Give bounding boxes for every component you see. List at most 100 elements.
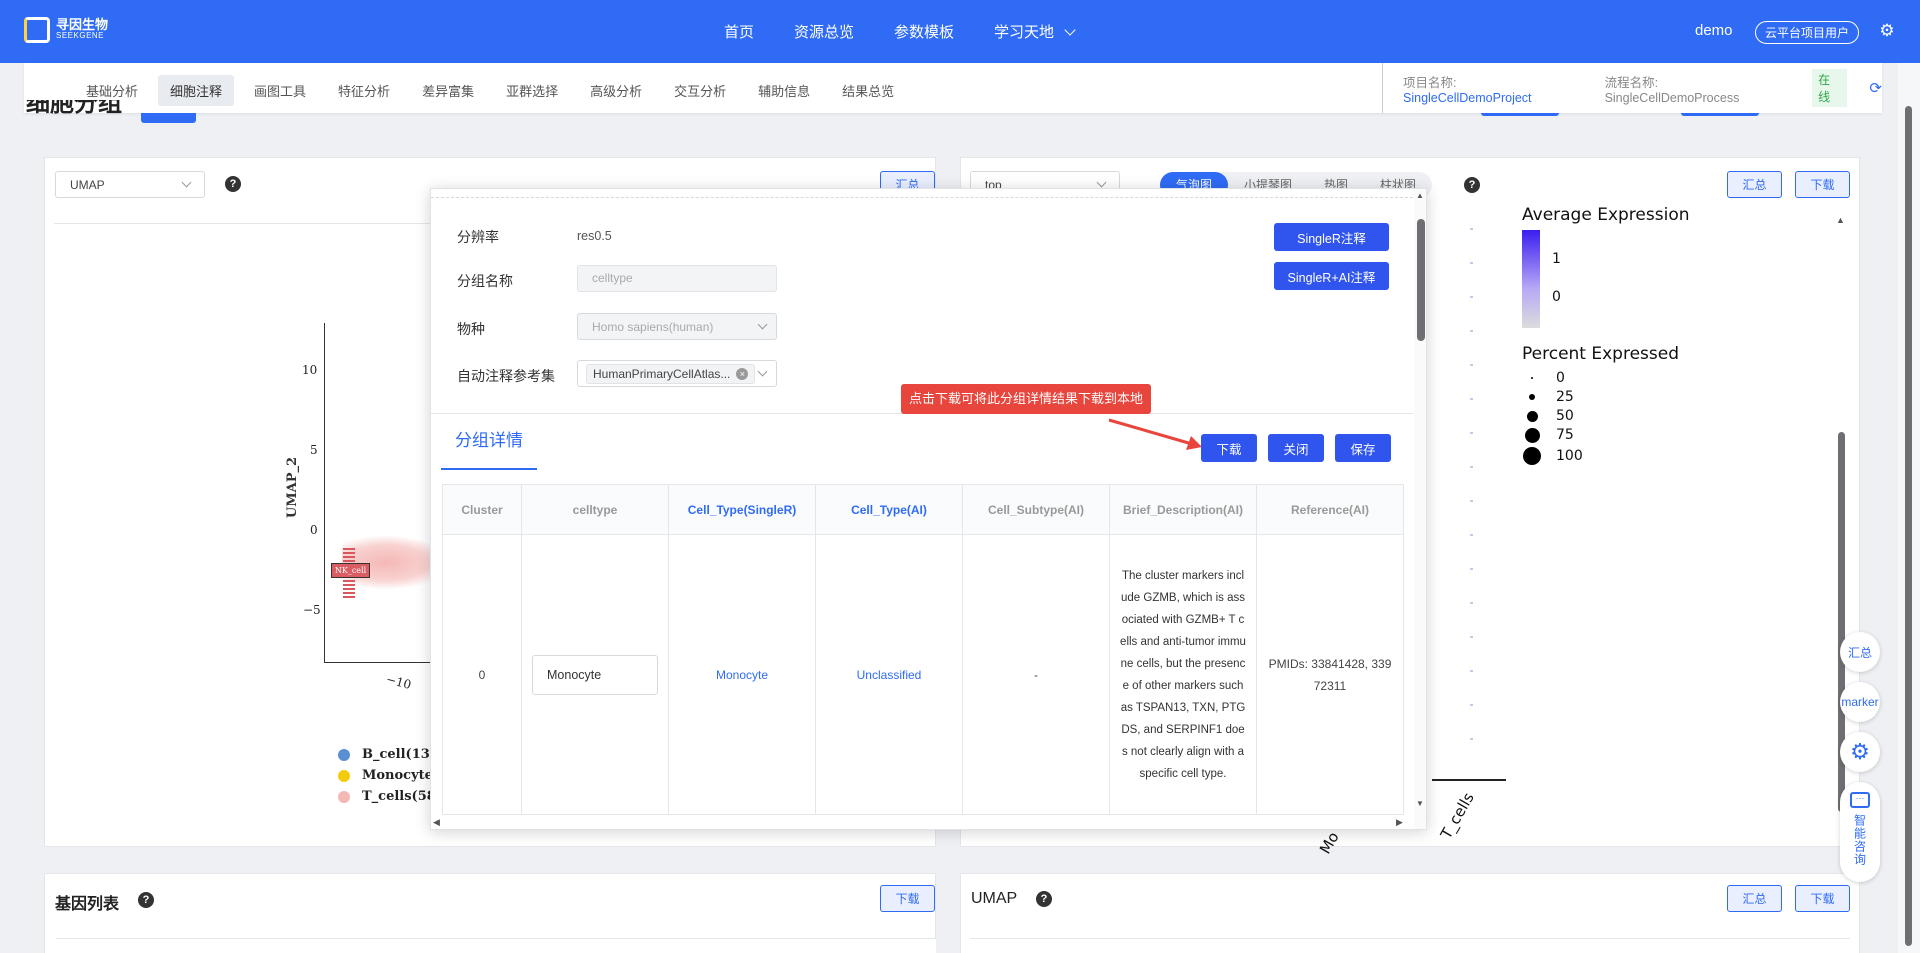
col-description[interactable]: Brief_Description(AI) bbox=[1109, 484, 1257, 535]
col-cluster[interactable]: Cluster bbox=[442, 484, 522, 535]
right-download-button[interactable]: 下载 bbox=[1795, 171, 1850, 198]
singler-annotate-button[interactable]: SingleR注释 bbox=[1274, 223, 1389, 251]
page-title: 细胞分组 bbox=[26, 100, 122, 116]
chevron-down-icon bbox=[181, 177, 192, 188]
tab-aux[interactable]: 辅助信息 bbox=[746, 75, 822, 106]
dialog-scroll-thumb[interactable] bbox=[1417, 219, 1425, 341]
ref-set-tag: HumanPrimaryCellAtlas... × bbox=[586, 363, 756, 384]
help-icon[interactable]: ? bbox=[1036, 891, 1052, 907]
scroll-up-icon[interactable]: ▲ bbox=[1836, 215, 1845, 225]
legend-item: B_cell(137 bbox=[338, 744, 439, 765]
chevron-down-icon bbox=[1096, 177, 1107, 188]
ref-set-label: 自动注释参考集 bbox=[457, 368, 555, 384]
size-legend-item: 50 bbox=[1522, 408, 1574, 424]
tab-overview[interactable]: 结果总览 bbox=[830, 75, 906, 106]
float-marker-button[interactable]: marker bbox=[1840, 682, 1880, 722]
close-button[interactable]: 关闭 bbox=[1268, 434, 1324, 462]
tab-advanced[interactable]: 高级分析 bbox=[578, 75, 654, 106]
page-scroll-thumb[interactable] bbox=[1905, 106, 1912, 946]
nav-resources[interactable]: 资源总览 bbox=[794, 21, 854, 42]
tab-interaction[interactable]: 交互分析 bbox=[662, 75, 738, 106]
group-detail-table: Cluster celltype Cell_Type(SingleR) Cell… bbox=[442, 484, 1404, 815]
logo-cn: 寻因生物 bbox=[56, 17, 109, 32]
gene-list-download-button[interactable]: 下载 bbox=[880, 885, 935, 912]
tab-cell-annotation[interactable]: 细胞注释 bbox=[158, 75, 235, 106]
col-celltype[interactable]: celltype bbox=[521, 484, 669, 535]
cell-celltype: Monocyte bbox=[521, 534, 669, 815]
col-ai[interactable]: Cell_Type(AI) bbox=[815, 484, 963, 535]
peek-button-3[interactable] bbox=[1681, 113, 1759, 116]
float-chat-button[interactable]: ··· 智能咨询 bbox=[1840, 782, 1880, 882]
tab-plot-tools[interactable]: 画图工具 bbox=[242, 75, 318, 106]
legend-swatch bbox=[338, 748, 350, 761]
float-summary-button[interactable]: 汇总 bbox=[1840, 632, 1880, 672]
chat-icon: ··· bbox=[1850, 792, 1870, 808]
float-settings-button[interactable]: ⚙ bbox=[1840, 732, 1880, 772]
dialog-horizontal-scrollbar[interactable]: ◀ ▶ bbox=[431, 817, 1414, 829]
umap-bottom-download-button[interactable]: 下载 bbox=[1795, 885, 1850, 912]
user-badge: 云平台项目用户 bbox=[1755, 21, 1860, 44]
cluster-label: NK_cell bbox=[331, 563, 370, 578]
scroll-down-icon[interactable]: ▼ bbox=[1416, 799, 1424, 808]
celltype-input[interactable]: Monocyte bbox=[532, 654, 658, 695]
umap-bottom-summary-button[interactable]: 汇总 bbox=[1727, 885, 1782, 912]
ref-set-select[interactable]: HumanPrimaryCellAtlas... × bbox=[577, 360, 777, 387]
umap-y-label: UMAP_2 bbox=[285, 456, 301, 519]
help-icon[interactable]: ? bbox=[1464, 177, 1480, 193]
peek-button[interactable] bbox=[141, 113, 196, 123]
tab-feature[interactable]: 特征分析 bbox=[326, 75, 402, 106]
species-value: Homo sapiens(human) bbox=[592, 319, 714, 334]
scroll-right-icon[interactable]: ▶ bbox=[1396, 817, 1403, 828]
scroll-left-icon[interactable]: ◀ bbox=[433, 817, 440, 828]
legend-label: T_cells(58 bbox=[362, 789, 436, 804]
help-icon[interactable]: ? bbox=[225, 176, 241, 192]
gear-icon[interactable]: ⚙ bbox=[1878, 22, 1896, 40]
gear-icon: ⚙ bbox=[1850, 739, 1870, 764]
colorbar-tick: 0 bbox=[1552, 289, 1561, 305]
sub-nav: 基础分析 细胞注释 画图工具 特征分析 差异富集 亚群选择 高级分析 交互分析 … bbox=[24, 63, 1882, 113]
size-dot bbox=[1526, 410, 1538, 422]
reduction-select[interactable]: UMAP bbox=[55, 171, 205, 198]
right-summary-button[interactable]: 汇总 bbox=[1727, 171, 1782, 198]
logo[interactable]: 寻因生物 SEEKGENE bbox=[24, 17, 108, 43]
dialog-vertical-scrollbar[interactable]: ▲ ▼ bbox=[1414, 189, 1426, 829]
col-subtype[interactable]: Cell_Subtype(AI) bbox=[962, 484, 1110, 535]
save-button[interactable]: 保存 bbox=[1335, 434, 1391, 462]
chat-label: 智能咨询 bbox=[1852, 814, 1867, 866]
col-reference[interactable]: Reference(AI) bbox=[1256, 484, 1404, 535]
size-dot bbox=[1524, 427, 1540, 443]
cell-singler[interactable]: Monocyte bbox=[668, 534, 816, 815]
status-badge: 在线 bbox=[1812, 69, 1848, 107]
gene-list-title: 基因列表 bbox=[55, 896, 120, 913]
col-singler[interactable]: Cell_Type(SingleR) bbox=[668, 484, 816, 535]
cell-ai[interactable]: Unclassified bbox=[815, 534, 963, 815]
tab-subcluster[interactable]: 亚群选择 bbox=[494, 75, 570, 106]
pct-expressed-title: Percent Expressed bbox=[1522, 344, 1680, 364]
project-value[interactable]: SingleCellDemoProject bbox=[1403, 91, 1532, 105]
nav-templates[interactable]: 参数模板 bbox=[894, 21, 954, 42]
page-scrollbar[interactable] bbox=[1898, 63, 1920, 953]
project-label: 项目名称: bbox=[1403, 75, 1457, 90]
size-dot bbox=[1531, 377, 1533, 379]
size-label: 75 bbox=[1556, 427, 1574, 443]
size-legend-item: 0 bbox=[1522, 370, 1565, 386]
user-name[interactable]: demo bbox=[1695, 22, 1733, 39]
project-info: 项目名称: SingleCellDemoProject 流程名称: Single… bbox=[1382, 63, 1882, 113]
species-select[interactable]: Homo sapiens(human) bbox=[577, 313, 777, 340]
process-label: 流程名称: bbox=[1604, 75, 1659, 90]
tab-group-detail[interactable]: 分组详情 bbox=[441, 414, 537, 470]
legend-label: Monocyte( bbox=[362, 768, 440, 783]
peek-button-2[interactable] bbox=[1481, 113, 1559, 116]
singler-ai-annotate-button[interactable]: SingleR+AI注释 bbox=[1274, 262, 1389, 290]
help-icon[interactable]: ? bbox=[138, 892, 154, 908]
download-button[interactable]: 下载 bbox=[1201, 434, 1257, 462]
group-name-input[interactable]: celltype bbox=[577, 265, 777, 292]
nav-learning[interactable]: 学习天地 bbox=[994, 21, 1076, 42]
nav-home[interactable]: 首页 bbox=[724, 21, 754, 42]
tab-diff[interactable]: 差异富集 bbox=[410, 75, 486, 106]
dotplot-points bbox=[1470, 228, 1473, 768]
scroll-up-icon[interactable]: ▲ bbox=[1416, 191, 1424, 200]
refresh-icon[interactable]: ⟳ bbox=[1869, 79, 1882, 97]
close-icon[interactable]: × bbox=[736, 367, 749, 380]
umap-bottom-body bbox=[970, 938, 1850, 953]
